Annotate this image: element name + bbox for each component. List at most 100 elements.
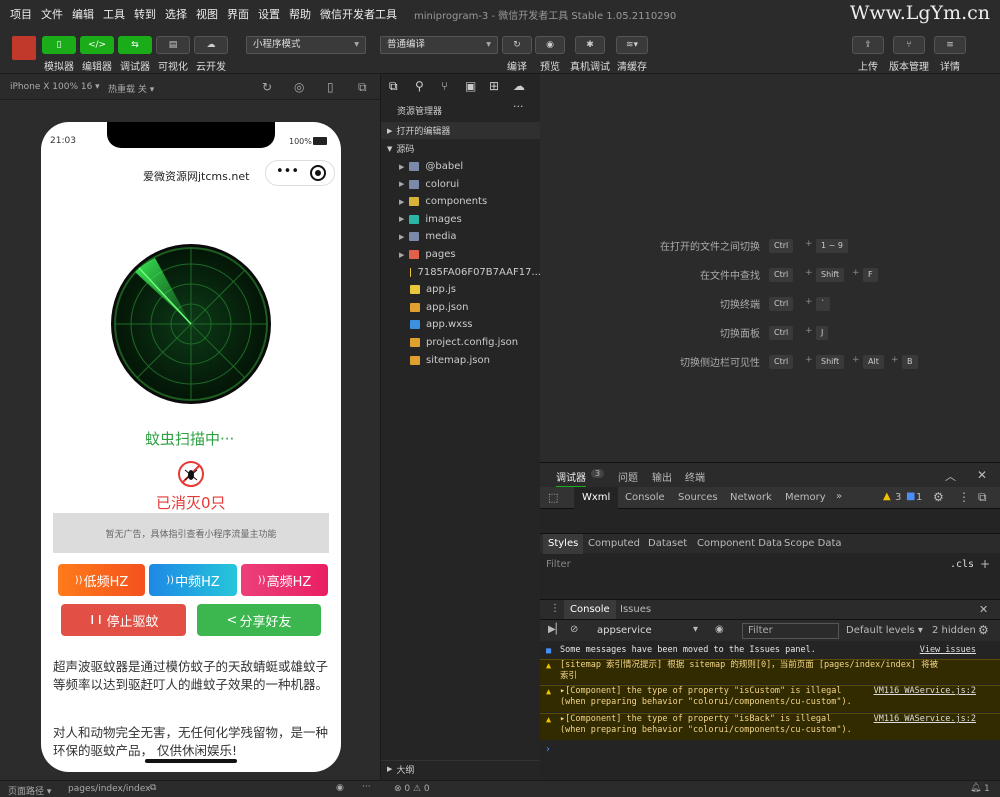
styles-filter-input[interactable]: Filter — [546, 559, 571, 570]
kebab-icon[interactable]: ⋮ — [958, 490, 970, 504]
mid-frequency-button[interactable]: )) 中频HZ — [149, 564, 237, 596]
hot-reload-select[interactable]: 热重载 关 ▾ — [108, 82, 154, 95]
outline-section[interactable]: ▶ 大纲 — [381, 760, 541, 777]
git-icon[interactable]: ⑂ — [441, 79, 448, 93]
page-path-label[interactable]: 页面路径 ▾ — [8, 784, 51, 797]
tab-console[interactable]: Console — [625, 492, 665, 503]
menu-item[interactable]: 界面 — [227, 6, 249, 22]
debugger-button[interactable]: ⇆ — [118, 36, 152, 54]
mode-select[interactable]: 小程序模式 — [246, 36, 366, 54]
file-tree-item[interactable]: ▶ images — [381, 211, 541, 228]
menu-item[interactable]: 选择 — [165, 6, 187, 22]
file-tree-item[interactable]: sitemap.json — [381, 352, 541, 369]
tab-issues[interactable]: 问题 — [618, 469, 638, 484]
file-tree-item[interactable]: app.wxss — [381, 316, 541, 333]
tab-component-data[interactable]: Component Data — [697, 538, 782, 549]
console-prompt[interactable]: › — [546, 744, 550, 755]
close-circle-icon[interactable] — [310, 165, 326, 181]
file-tree-item[interactable]: ▶ pages — [381, 246, 541, 263]
clear-icon[interactable]: ⊘ — [570, 624, 578, 635]
file-tree-item[interactable]: app.json — [381, 299, 541, 316]
file-tree-item[interactable]: ▶ components — [381, 193, 541, 210]
menu-item[interactable]: 文件 — [41, 6, 63, 22]
rotate-icon[interactable]: ↻ — [262, 80, 272, 94]
file-tree-item[interactable]: ▶ @babel — [381, 158, 541, 175]
avatar[interactable] — [12, 36, 36, 60]
tab-sources[interactable]: Sources — [678, 492, 718, 503]
file-tree-item[interactable]: 7185FA06F07B7AAF17... — [381, 264, 541, 281]
compile-select[interactable]: 普通编译 — [380, 36, 498, 54]
version-button[interactable]: ⑂ — [893, 36, 925, 54]
cls-toggle[interactable]: .cls — [950, 559, 974, 570]
menu-item[interactable]: 转到 — [134, 6, 156, 22]
file-tree-item[interactable]: ▶ media — [381, 228, 541, 245]
capsule-menu[interactable]: ••• — [265, 160, 335, 186]
editor-button[interactable]: </> — [80, 36, 114, 54]
share-button[interactable]: < 分享好友 — [197, 604, 321, 636]
menu-item[interactable]: 视图 — [196, 6, 218, 22]
tab-terminal[interactable]: 终端 — [685, 469, 705, 484]
cloud-button[interactable]: ☁ — [194, 36, 228, 54]
visual-button[interactable]: ▤ — [156, 36, 190, 54]
drawer-tab-issues[interactable]: Issues — [620, 604, 651, 615]
sidebar-icon[interactable]: ▶▏ — [548, 624, 563, 635]
more-icon[interactable]: ••• — [276, 164, 299, 179]
file-tree-item[interactable]: ▶ colorui — [381, 176, 541, 193]
gear-icon[interactable]: ⚙ — [978, 623, 989, 637]
more-tabs-icon[interactable]: » — [836, 491, 842, 502]
menu-item[interactable]: 设置 — [258, 6, 280, 22]
tab-dataset[interactable]: Dataset — [648, 538, 687, 549]
tab-computed[interactable]: Computed — [588, 538, 640, 549]
window-icon[interactable]: ⧉ — [358, 80, 367, 95]
upload-button[interactable]: ⇪ — [852, 36, 884, 54]
console-filter-input[interactable]: Filter — [742, 623, 839, 639]
more-icon[interactable]: ··· — [362, 782, 371, 792]
copy-icon[interactable]: ⧉ — [150, 783, 156, 793]
source-section[interactable]: ▼ 源码 — [381, 140, 541, 157]
tab-styles[interactable]: Styles — [543, 534, 584, 554]
cloud-icon[interactable]: ☁ — [513, 79, 525, 93]
menu-item[interactable]: 编辑 — [72, 6, 94, 22]
details-button[interactable]: ≡ — [934, 36, 966, 54]
extensions-icon[interactable]: ⊞ — [489, 79, 499, 93]
menu-item[interactable]: 工具 — [103, 6, 125, 22]
debug-icon[interactable]: ▣ — [465, 79, 476, 93]
file-tree-item[interactable]: app.js — [381, 281, 541, 298]
add-icon[interactable]: + — [980, 557, 990, 571]
menu-item[interactable]: 项目 — [10, 6, 32, 22]
menu-item[interactable]: 微信开发者工具 — [320, 6, 397, 22]
low-frequency-button[interactable]: )) 低频HZ — [58, 564, 145, 596]
simulator-button[interactable]: ▯ — [42, 36, 76, 54]
search-icon[interactable]: ⚲ — [415, 79, 424, 93]
file-tree-item[interactable]: project.config.json — [381, 334, 541, 351]
tab-output[interactable]: 输出 — [652, 469, 672, 484]
stop-repel-button[interactable]: ❙❙ 停止驱蚊 — [61, 604, 186, 636]
stop-icon[interactable]: ◎ — [294, 80, 304, 94]
inspect-icon[interactable]: ⬚ — [548, 491, 558, 504]
context-select[interactable]: appservice — [597, 625, 652, 636]
eye-icon[interactable]: ◉ — [715, 624, 724, 635]
more-icon[interactable]: ··· — [513, 100, 524, 113]
tab-scope-data[interactable]: Scope Data — [784, 538, 842, 549]
phone-icon[interactable]: ▯ — [327, 80, 334, 94]
tab-debugger[interactable]: 调试器 — [556, 469, 586, 488]
high-frequency-button[interactable]: )) 高频HZ — [241, 564, 328, 596]
compile-button[interactable]: ↻ — [502, 36, 532, 54]
menu-item[interactable]: 帮助 — [289, 6, 311, 22]
preview-button[interactable]: ◉ — [535, 36, 565, 54]
gear-icon[interactable]: ⚙ — [933, 490, 944, 504]
close-icon[interactable]: ✕ — [977, 468, 987, 482]
problem-counts[interactable]: ⊗ 0 ⚠ 0 — [394, 784, 430, 794]
console-source-link[interactable]: View issues — [920, 645, 976, 656]
files-icon[interactable]: ⧉ — [389, 79, 398, 94]
real-debug-button[interactable]: ✱ — [575, 36, 605, 54]
eye-icon[interactable]: ◉ — [336, 783, 344, 793]
open-editors-section[interactable]: ▶ 打开的编辑器 — [381, 122, 541, 139]
console-source-link[interactable]: VM116 WAService.js:2 — [874, 714, 976, 725]
chevron-up-icon[interactable]: ︿ — [945, 468, 956, 484]
drawer-tab-console[interactable]: Console — [564, 600, 616, 620]
console-source-link[interactable]: VM116 WAService.js:2 — [874, 686, 976, 697]
close-icon[interactable]: ✕ — [979, 603, 988, 616]
tab-network[interactable]: Network — [730, 492, 772, 503]
chevron-down-icon[interactable]: ▾ — [693, 624, 698, 635]
